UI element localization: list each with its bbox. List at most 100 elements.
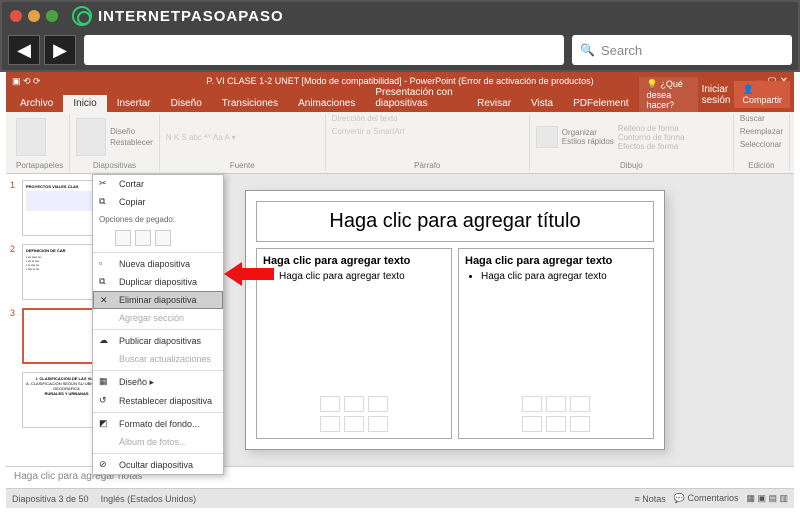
cm-diseno[interactable]: ▦Diseño ▸ <box>93 373 223 392</box>
quickaccess-icons[interactable]: ▣ ⟲ ⟳ <box>12 76 41 87</box>
tell-me-input[interactable]: 💡 ¿Qué desea hacer? <box>639 77 698 112</box>
forward-button[interactable]: ▶ <box>44 35 76 65</box>
comments-toggle[interactable]: 💬 Comentarios <box>674 493 739 504</box>
site-brand: INTERNETPASOAPASO <box>72 6 284 26</box>
signin-link[interactable]: Iniciar sesión <box>702 84 731 106</box>
group-portapapeles: Portapapeles <box>16 160 63 171</box>
online-pic-icon[interactable] <box>546 416 566 432</box>
share-button[interactable]: 👤 Compartir <box>734 81 790 108</box>
back-button[interactable]: ◀ <box>8 35 40 65</box>
max-dot[interactable] <box>46 10 58 22</box>
cm-fondo[interactable]: ◩Formato del fondo... <box>93 415 223 433</box>
cm-cortar[interactable]: ✂Cortar <box>93 175 223 193</box>
url-input[interactable] <box>84 35 564 65</box>
tab-revisar[interactable]: Revisar <box>467 95 521 112</box>
min-dot[interactable] <box>28 10 40 22</box>
hide-icon: ⊘ <box>99 459 111 471</box>
content-placeholder-right[interactable]: Haga clic para agregar texto Haga clic p… <box>458 248 654 439</box>
tab-inicio[interactable]: Inicio <box>63 95 106 112</box>
slide-context-menu: ✂Cortar ⧉Copiar Opciones de pegado: ▫Nue… <box>92 174 224 475</box>
delete-icon: ✕ <box>100 295 112 307</box>
reset-btn[interactable]: Restablecer <box>110 138 153 147</box>
select-btn[interactable]: Seleccionar <box>740 140 782 149</box>
tab-presentacion[interactable]: Presentación con diapositivas <box>365 84 467 112</box>
ribbon-tabs: Archivo Inicio Insertar Diseño Transicio… <box>6 90 794 112</box>
new-slide-button[interactable] <box>76 118 106 156</box>
window-title: P. VI CLASE 1-2 UNET [Modo de compatibil… <box>206 76 593 86</box>
brand-text: INTERNETPASOAPASO <box>98 8 284 25</box>
ribbon-toolbar: Portapapeles Diseño Restablecer Diaposit… <box>6 112 794 174</box>
paste-button[interactable] <box>16 118 46 156</box>
video-icon[interactable] <box>570 416 590 432</box>
close-dot[interactable] <box>10 10 22 22</box>
status-bar: Diapositiva 3 de 50 Inglés (Estados Unid… <box>6 488 794 508</box>
cm-ocultar[interactable]: ⊘Ocultar diapositiva <box>93 456 223 474</box>
red-arrow-annotation <box>224 260 274 288</box>
find-btn[interactable]: Buscar <box>740 114 765 123</box>
smartart-btn[interactable]: Convertir a SmartArt <box>332 127 405 136</box>
browser-nav: ◀ ▶ Search <box>2 30 798 70</box>
language-indicator[interactable]: Inglés (Estados Unidos) <box>101 494 197 504</box>
mac-titlebar: INTERNETPASOAPASO <box>2 2 798 30</box>
cm-album: Álbum de fotos... <box>93 433 223 451</box>
copy-icon: ⧉ <box>99 196 111 208</box>
table-icon[interactable] <box>320 396 340 412</box>
tab-archivo[interactable]: Archivo <box>10 95 63 112</box>
reset-icon: ↺ <box>99 395 111 407</box>
chart-icon[interactable] <box>546 396 566 412</box>
brand-icon <box>72 6 92 26</box>
cm-restablecer[interactable]: ↺Restablecer diapositiva <box>93 392 223 410</box>
duplicate-icon: ⧉ <box>99 276 111 288</box>
tab-vista[interactable]: Vista <box>521 95 563 112</box>
layout-btn[interactable]: Diseño <box>110 127 153 136</box>
fill-btn[interactable]: Relleno de forma <box>618 124 685 133</box>
tab-pdfelement[interactable]: PDFelement <box>563 95 639 112</box>
cm-publicar[interactable]: ☁Publicar diapositivas <box>93 332 223 350</box>
cm-copiar[interactable]: ⧉Copiar <box>93 193 223 211</box>
smartart-icon[interactable] <box>368 396 388 412</box>
styles-btn[interactable]: Estilos rápidos <box>562 137 614 146</box>
background-icon: ◩ <box>99 418 111 430</box>
new-slide-icon: ▫ <box>99 258 111 270</box>
cm-seccion: Agregar sección <box>93 309 223 327</box>
outline-btn[interactable]: Contorno de forma <box>618 133 685 142</box>
tab-transiciones[interactable]: Transiciones <box>212 95 288 112</box>
notes-toggle[interactable]: ≡ Notas <box>634 494 665 504</box>
search-input[interactable]: Search <box>572 35 792 65</box>
cm-paste-header: Opciones de pegado: <box>93 211 223 228</box>
content-placeholder-left[interactable]: Haga clic para agregar texto Haga clic p… <box>256 248 452 439</box>
publish-icon: ☁ <box>99 335 111 347</box>
tab-animaciones[interactable]: Animaciones <box>288 95 365 112</box>
title-placeholder[interactable]: Haga clic para agregar título <box>256 201 654 242</box>
group-diapositivas: Diapositivas <box>76 160 153 171</box>
chart-icon[interactable] <box>344 396 364 412</box>
table-icon[interactable] <box>522 396 542 412</box>
cm-eliminar[interactable]: ✕Eliminar diapositiva <box>93 291 223 309</box>
layout-icon: ▦ <box>99 376 111 388</box>
slide-editor[interactable]: Haga clic para agregar título Haga clic … <box>245 190 665 450</box>
arrange-btn[interactable]: Organizar <box>562 128 614 137</box>
replace-btn[interactable]: Reemplazar <box>740 127 783 136</box>
effects-btn[interactable]: Efectos de forma <box>618 142 685 151</box>
shapes-gallery[interactable] <box>536 126 558 148</box>
paste-option-1[interactable] <box>115 230 131 246</box>
picture-icon[interactable] <box>320 416 340 432</box>
group-edicion: Edición <box>740 160 783 171</box>
paste-option-2[interactable] <box>135 230 151 246</box>
cm-nueva[interactable]: ▫Nueva diapositiva <box>93 255 223 273</box>
video-icon[interactable] <box>368 416 388 432</box>
group-dibujo: Dibujo <box>536 160 727 171</box>
slide-counter: Diapositiva 3 de 50 <box>12 494 89 504</box>
view-buttons[interactable]: ▦ ▣ ▤ ▥ <box>746 493 788 504</box>
tab-diseno[interactable]: Diseño <box>161 95 212 112</box>
cm-actualizaciones: Buscar actualizaciones <box>93 350 223 368</box>
text-direction[interactable]: Dirección del texto <box>332 114 398 123</box>
paste-option-3[interactable] <box>155 230 171 246</box>
tab-insertar[interactable]: Insertar <box>107 95 161 112</box>
picture-icon[interactable] <box>522 416 542 432</box>
online-pic-icon[interactable] <box>344 416 364 432</box>
cm-duplicar[interactable]: ⧉Duplicar diapositiva <box>93 273 223 291</box>
group-parrafo: Párrafo <box>332 160 523 171</box>
smartart-icon[interactable] <box>570 396 590 412</box>
cm-paste-options <box>93 228 223 250</box>
